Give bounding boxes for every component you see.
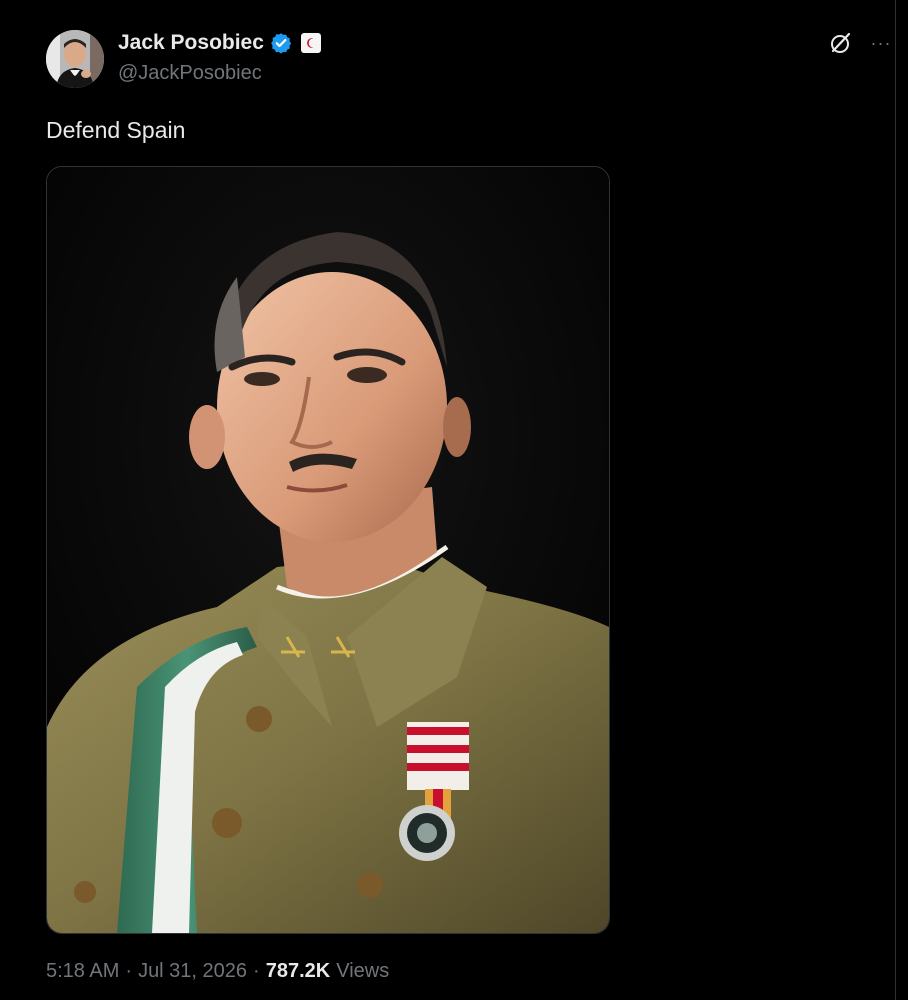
tweet-text: Defend Spain [46, 117, 186, 143]
views-count[interactable]: 787.2K [266, 960, 331, 983]
tweet-date[interactable]: Jul 31, 2026 [138, 960, 247, 983]
author-display-name[interactable]: Jack Posobiec [118, 31, 264, 55]
author-name-row: Jack Posobiec [118, 30, 321, 56]
crescent-logo-icon [307, 38, 314, 48]
author-handle[interactable]: @JackPosobiec [118, 62, 262, 85]
verified-badge-icon[interactable] [270, 32, 292, 54]
more-options-icon[interactable]: ··· [868, 30, 894, 56]
avatar-photo-icon [46, 30, 104, 88]
author-avatar[interactable] [46, 30, 104, 88]
views-label: Views [336, 960, 390, 982]
tweet-meta-row: 5:18 AM · Jul 31, 2026 · 787.2K Views [46, 960, 389, 983]
meta-separator: · [125, 960, 133, 982]
tweet-page: Jack Posobiec @JackPosobiec ··· Defend S… [0, 0, 908, 1000]
tweet-media-image[interactable] [46, 166, 610, 934]
column-divider [895, 0, 896, 1000]
meta-separator: · [253, 960, 260, 982]
portrait-photo-icon [47, 167, 609, 933]
grok-icon[interactable] [828, 30, 854, 56]
affiliate-badge-icon[interactable] [300, 33, 321, 53]
tweet-time[interactable]: 5:18 AM [46, 960, 119, 983]
